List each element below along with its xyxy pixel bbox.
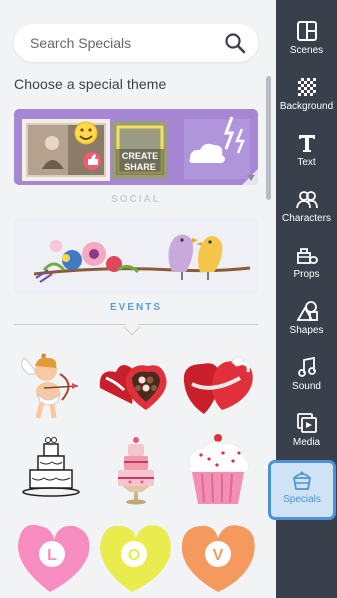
sidebar-item-shapes[interactable]: Shapes — [276, 300, 337, 352]
specials-panel: Choose a special theme CREATE SHARE — [0, 0, 276, 598]
sidebar-item-scenes[interactable]: Scenes — [276, 20, 337, 72]
sidebar-item-background[interactable]: Background — [276, 76, 337, 128]
text-icon — [298, 135, 315, 152]
heart-candy-l-icon: L — [18, 524, 90, 592]
sidebar-item-text[interactable]: Text — [276, 132, 337, 184]
theme-card-social[interactable]: CREATE SHARE — [14, 109, 258, 185]
search-input[interactable] — [30, 24, 220, 62]
create-tile-text: CREATE — [122, 151, 158, 161]
heart-candy-o-icon: O — [100, 525, 171, 592]
theme-label-events: EVENTS — [109, 302, 162, 313]
heart-candy-o-item[interactable]: O — [96, 516, 176, 596]
chocolate-box-icon — [99, 365, 167, 410]
sidebar-item-characters[interactable]: Characters — [276, 188, 337, 240]
panel-heading: Choose a special theme — [14, 76, 167, 92]
social-theme-illustration: CREATE SHARE — [22, 116, 258, 185]
events-theme-illustration — [14, 218, 258, 294]
share-tile-text: SHARE — [124, 162, 156, 172]
wedding-cake-icon — [118, 437, 154, 505]
heart-letter-v: V — [213, 547, 224, 564]
theme-card-events[interactable] — [14, 218, 258, 294]
sidebar-item-label: Characters — [282, 213, 331, 224]
search-icon[interactable] — [224, 32, 246, 54]
sidebar-item-media[interactable]: Media — [276, 412, 337, 464]
heart-gift-box-icon — [183, 356, 253, 414]
chocolate-box-item[interactable] — [96, 344, 176, 424]
active-section-caret — [123, 318, 141, 336]
shapes-icon — [295, 301, 318, 321]
cupid-icon — [21, 353, 79, 419]
panel-scrollbar[interactable] — [266, 76, 271, 200]
scenes-icon — [296, 21, 317, 41]
sidebar-item-label: Text — [297, 157, 316, 168]
heart-letter-o: O — [128, 547, 140, 564]
heart-gift-box-item[interactable] — [178, 344, 258, 424]
wedding-cake-item[interactable] — [96, 430, 176, 510]
sidebar-item-specials[interactable]: Specials — [268, 460, 336, 520]
search-box[interactable] — [14, 24, 258, 62]
sidebar-nav: Scenes Background Text Characters Props — [268, 0, 337, 598]
sidebar-item-label: Props — [293, 269, 320, 280]
characters-icon — [295, 191, 318, 209]
heart-candy-v-item[interactable]: V — [178, 516, 258, 596]
heart-letter-l: L — [47, 547, 57, 564]
heart-candy-v-icon: V — [181, 525, 255, 592]
sidebar-item-label: Background — [279, 101, 334, 112]
sidebar-item-label: Shapes — [289, 325, 324, 336]
wedding-cake-outline-item[interactable] — [14, 430, 94, 510]
cupcake-item[interactable] — [178, 430, 258, 510]
wedding-cake-outline-icon — [22, 437, 80, 497]
heart-candy-l-item[interactable]: L — [14, 516, 94, 596]
theme-label-social: SOCIAL — [111, 194, 161, 205]
cupcake-icon — [187, 434, 250, 504]
sidebar-item-props[interactable]: Props — [276, 244, 337, 296]
sound-icon — [297, 356, 316, 377]
media-icon — [296, 413, 317, 433]
props-icon — [296, 248, 318, 264]
cupid-item[interactable] — [14, 344, 94, 424]
sidebar-item-label: Scenes — [289, 45, 324, 56]
background-icon — [297, 78, 316, 96]
sidebar-item-sound[interactable]: Sound — [276, 356, 337, 408]
sidebar-item-label: Specials — [283, 494, 321, 505]
sidebar-item-label: Media — [292, 437, 321, 448]
sidebar-item-label: Sound — [292, 381, 321, 392]
specials-icon — [292, 471, 312, 490]
